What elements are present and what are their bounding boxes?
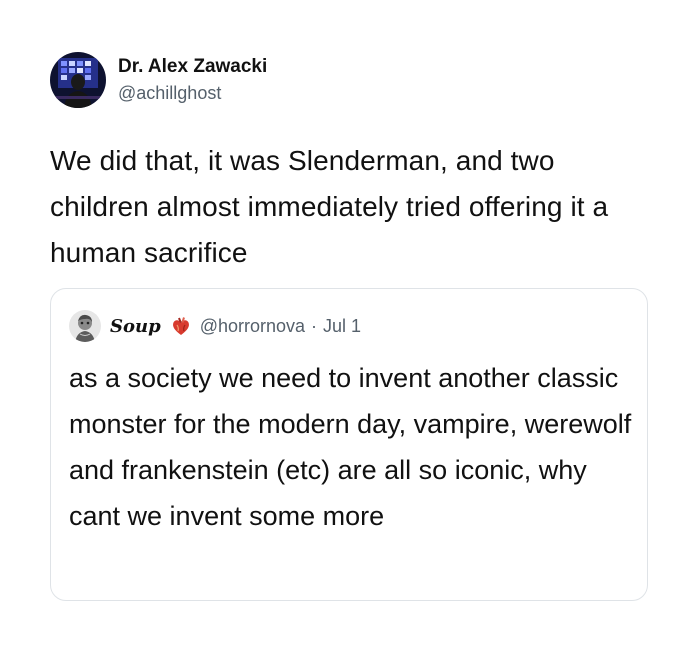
author-display-name[interactable]: Dr. Alex Zawacki [118, 55, 267, 79]
quoted-tweet-header: Soup @horrornova · Jul 1 [69, 310, 361, 342]
quoted-tweet-date[interactable]: Jul 1 [323, 316, 361, 337]
author-avatar[interactable] [50, 52, 106, 108]
tweet-card: Dr. Alex Zawacki @achillghost We did tha… [0, 0, 700, 654]
author-names: Dr. Alex Zawacki @achillghost [118, 55, 267, 105]
tweet-author[interactable]: Dr. Alex Zawacki @achillghost [50, 52, 267, 108]
quoted-tweet-text: as a society we need to invent another c… [69, 363, 632, 531]
tweet-text: We did that, it was Slenderman, and two … [50, 145, 609, 268]
quoted-author-handle[interactable]: @horrornova [200, 316, 305, 337]
author-handle[interactable]: @achillghost [118, 81, 267, 105]
anatomical-heart-emoji-icon [170, 315, 192, 337]
quoted-tweet-card[interactable]: Soup @horrornova · Jul 1 as a society we… [50, 288, 648, 601]
profile-photo-icon [50, 52, 106, 108]
quoted-author-avatar[interactable] [69, 310, 101, 342]
profile-photo-icon [69, 310, 101, 342]
quoted-author-display-name[interactable]: Soup [110, 316, 161, 337]
header-separator: · [311, 315, 318, 336]
